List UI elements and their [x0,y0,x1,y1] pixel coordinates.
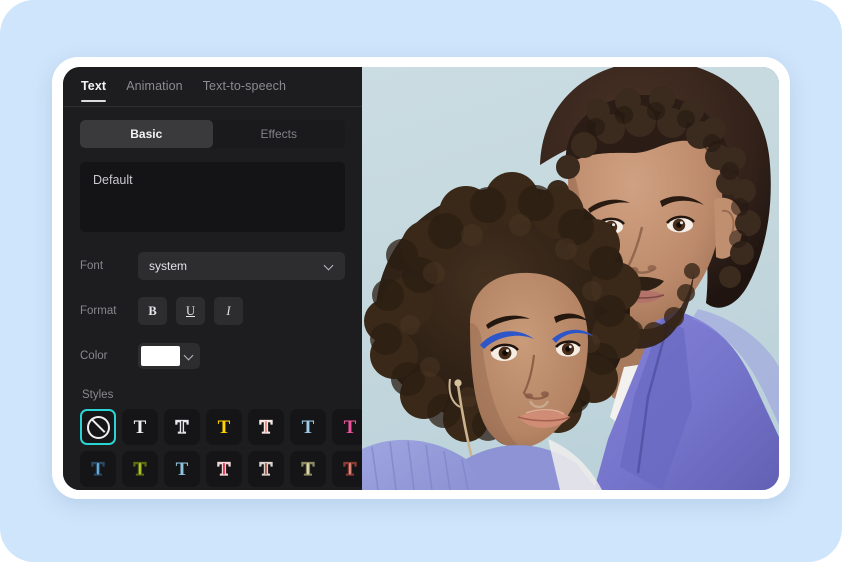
style-glyph: T [301,416,315,438]
bold-button[interactable]: B [138,297,167,325]
text-editor-panel: Text Animation Text-to-speech Basic Effe… [63,67,368,490]
italic-button[interactable]: I [214,297,243,325]
style-glyph: T [259,416,273,438]
app-screen: Text Animation Text-to-speech Basic Effe… [63,67,779,490]
segment-effects[interactable]: Effects [213,120,346,148]
style-glyph: T [259,458,273,480]
style-swatch-style-12[interactable]: T [290,451,326,487]
style-swatch-style-4[interactable]: T [248,409,284,445]
style-swatch-style-7[interactable]: T [80,451,116,487]
font-label: Font [80,260,104,272]
style-glyph: T [301,458,315,480]
tab-bar: Text Animation Text-to-speech [63,67,362,107]
basic-effects-segmented-control: Basic Effects [80,120,345,148]
font-select[interactable]: system [138,252,345,280]
page-canvas: Text Animation Text-to-speech Basic Effe… [0,0,842,562]
tab-text-to-speech[interactable]: Text-to-speech [203,67,286,104]
chevron-down-icon [184,351,194,361]
style-glyph: T [175,458,189,480]
segment-basic[interactable]: Basic [80,120,213,148]
font-row: Font system [80,252,345,280]
style-swatch-style-9[interactable]: T [164,451,200,487]
style-glyph: T [133,416,147,438]
font-select-value: system [149,259,188,273]
chevron-down-icon [324,261,334,271]
text-content-input[interactable]: Default [80,162,345,232]
device-frame: Text Animation Text-to-speech Basic Effe… [52,57,790,499]
style-swatch-style-1[interactable]: T [122,409,158,445]
style-glyph: T [343,458,357,480]
video-preview[interactable] [362,67,779,490]
format-label: Format [80,305,117,317]
format-row: Format B U I [80,297,345,325]
tab-text[interactable]: Text [81,67,107,104]
color-row: Color [80,342,345,370]
underline-button[interactable]: U [176,297,205,325]
style-glyph: T [175,416,189,438]
style-glyph: T [217,416,231,438]
style-glyph: T [343,416,357,438]
style-swatch-style-8[interactable]: T [122,451,158,487]
styles-grid: TTTTTTTTTTTTT [80,409,368,487]
style-swatch-style-11[interactable]: T [248,451,284,487]
style-swatch-style-5[interactable]: T [290,409,326,445]
style-glyph: T [91,458,105,480]
color-picker[interactable] [138,343,200,369]
style-swatch-style-2[interactable]: T [164,409,200,445]
no-style-icon [86,415,110,439]
tab-animation[interactable]: Animation [126,67,183,104]
style-glyph: T [133,458,147,480]
style-swatch-style-10[interactable]: T [206,451,242,487]
styles-label: Styles [82,389,114,401]
style-swatch-style-3[interactable]: T [206,409,242,445]
color-swatch[interactable] [141,346,180,366]
style-swatch-none[interactable] [80,409,116,445]
preview-photo [362,67,779,490]
style-glyph: T [217,458,231,480]
color-label: Color [80,350,108,362]
